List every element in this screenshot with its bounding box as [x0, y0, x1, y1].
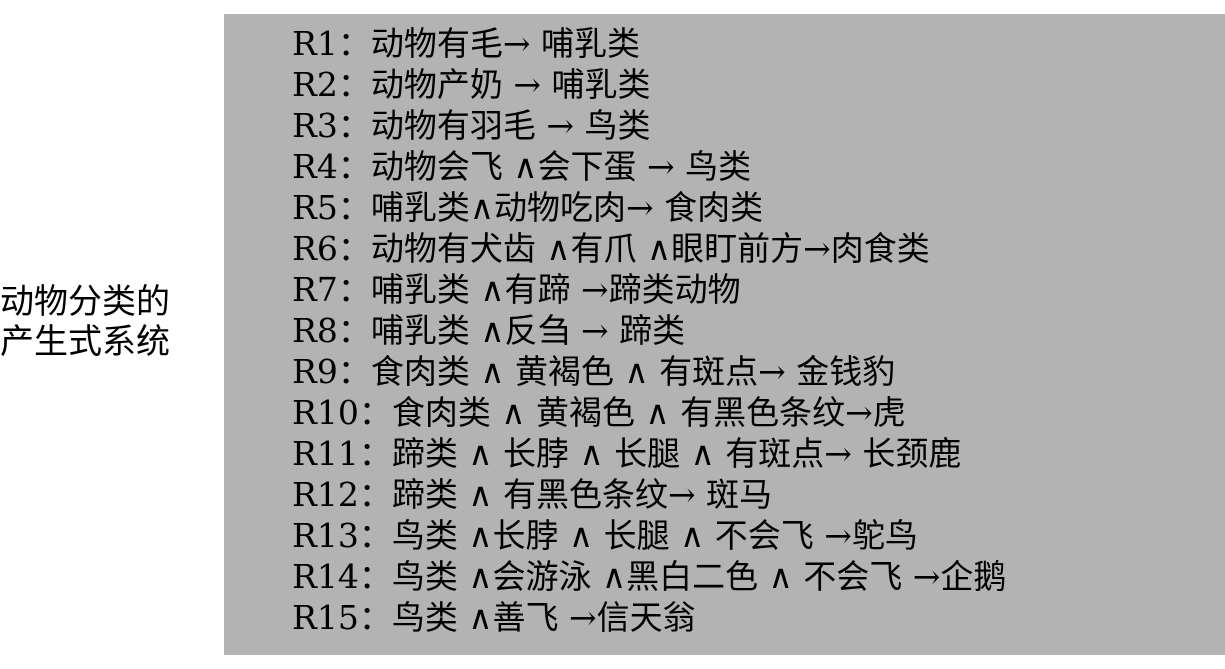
- rule-text: 哺乳类 ∧反刍 → 蹄类: [370, 311, 686, 350]
- rule-r2: R2：动物产奶 → 哺乳类: [292, 64, 1006, 105]
- rule-id: R6：: [292, 229, 371, 268]
- rule-r12: R12：蹄类 ∧ 有黑色条纹→ 斑马: [292, 474, 1006, 515]
- rule-r6: R6：动物有犬齿 ∧有爪 ∧眼盯前方→肉食类: [292, 228, 1006, 269]
- rule-id: R8：: [292, 311, 371, 350]
- rule-id: R12：: [292, 475, 392, 514]
- rule-text: 鸟类 ∧会游泳 ∧黑白二色 ∧ 不会飞 →企鹅: [391, 557, 1007, 596]
- rule-text: 食肉类 ∧ 黄褐色 ∧ 有斑点→ 金钱豹: [370, 352, 896, 391]
- rule-r5: R5：哺乳类∧动物吃肉→ 食肉类: [292, 187, 1006, 228]
- rule-id: R2：: [292, 65, 371, 104]
- rule-text: 鸟类 ∧长脖 ∧ 长腿 ∧ 不会飞 →鸵鸟: [391, 516, 918, 555]
- rule-text: 哺乳类 ∧有蹄 →蹄类动物: [370, 270, 741, 309]
- rule-r3: R3：动物有羽毛 → 鸟类: [292, 105, 1006, 146]
- rule-text: 动物会飞 ∧会下蛋 → 鸟类: [370, 147, 752, 186]
- rule-r15: R15：鸟类 ∧善飞 →信天翁: [292, 597, 1006, 638]
- rule-r9: R9：食肉类 ∧ 黄褐色 ∧ 有斑点→ 金钱豹: [292, 351, 1006, 392]
- rule-r14: R14：鸟类 ∧会游泳 ∧黑白二色 ∧ 不会飞 →企鹅: [292, 556, 1006, 597]
- rule-text: 哺乳类∧动物吃肉→ 食肉类: [370, 188, 764, 227]
- rule-id: R13：: [292, 516, 392, 555]
- rule-id: R3：: [292, 106, 371, 145]
- rule-r13: R13：鸟类 ∧长脖 ∧ 长腿 ∧ 不会飞 →鸵鸟: [292, 515, 1006, 556]
- rule-id: R11：: [292, 434, 392, 473]
- rule-id: R14：: [292, 557, 392, 596]
- rule-text: 鸟类 ∧善飞 →信天翁: [391, 598, 696, 637]
- rule-r8: R8：哺乳类 ∧反刍 → 蹄类: [292, 310, 1006, 351]
- rule-text: 蹄类 ∧ 有黑色条纹→ 斑马: [391, 475, 773, 514]
- rule-text: 动物有羽毛 → 鸟类: [370, 106, 651, 145]
- rule-r1: R1：动物有毛→ 哺乳类: [292, 23, 1006, 64]
- rule-text: 蹄类 ∧ 长脖 ∧ 长腿 ∧ 有斑点→ 长颈鹿: [391, 434, 962, 473]
- rules-panel: R1：动物有毛→ 哺乳类 R2：动物产奶 → 哺乳类 R3：动物有羽毛 → 鸟类…: [224, 14, 1225, 655]
- side-title: 动物分类的 产生式系统: [0, 282, 215, 362]
- rule-r11: R11：蹄类 ∧ 长脖 ∧ 长腿 ∧ 有斑点→ 长颈鹿: [292, 433, 1006, 474]
- rule-text: 动物有犬齿 ∧有爪 ∧眼盯前方→肉食类: [370, 229, 930, 268]
- rule-r10: R10：食肉类 ∧ 黄褐色 ∧ 有黑色条纹→虎: [292, 392, 1006, 433]
- side-title-line-2: 产生式系统: [0, 322, 170, 362]
- rule-id: R7：: [292, 270, 371, 309]
- rule-id: R9：: [292, 352, 371, 391]
- rule-r4: R4：动物会飞 ∧会下蛋 → 鸟类: [292, 146, 1006, 187]
- rule-id: R1：: [292, 24, 371, 63]
- side-title-line-1: 动物分类的: [0, 282, 170, 322]
- rule-id: R5：: [292, 188, 371, 227]
- rule-text: 食肉类 ∧ 黄褐色 ∧ 有黑色条纹→虎: [391, 393, 906, 432]
- rule-id: R15：: [292, 598, 392, 637]
- rules-list: R1：动物有毛→ 哺乳类 R2：动物产奶 → 哺乳类 R3：动物有羽毛 → 鸟类…: [292, 23, 1006, 638]
- rule-r7: R7：哺乳类 ∧有蹄 →蹄类动物: [292, 269, 1006, 310]
- rule-text: 动物产奶 → 哺乳类: [370, 65, 651, 104]
- rule-id: R4：: [292, 147, 371, 186]
- rule-text: 动物有毛→ 哺乳类: [370, 24, 640, 63]
- rule-id: R10：: [292, 393, 392, 432]
